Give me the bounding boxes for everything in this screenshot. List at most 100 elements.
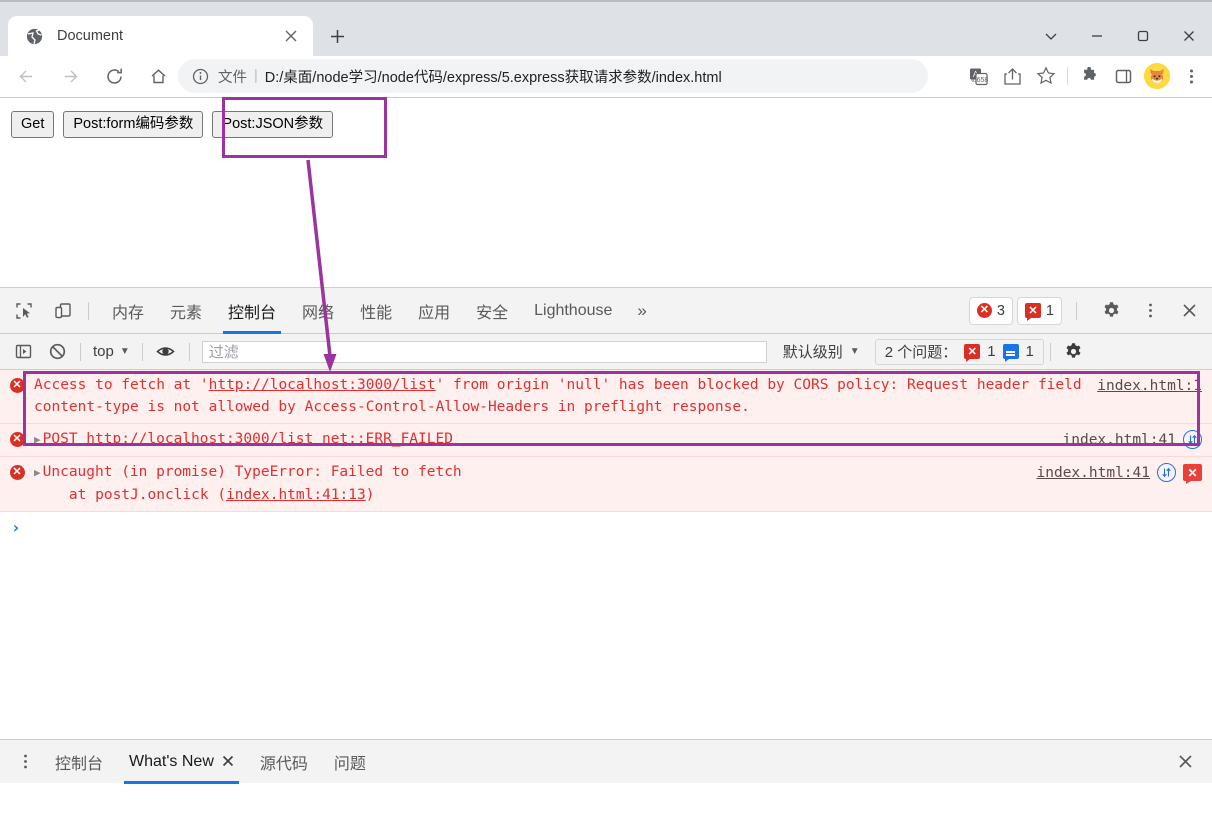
share-icon[interactable] [995,59,1029,93]
clear-console-icon[interactable] [43,338,71,366]
kebab-menu-icon[interactable] [1135,296,1165,326]
side-panel-icon[interactable] [1106,59,1140,93]
toolbar-divider [1067,67,1068,85]
window-controls [1028,16,1212,56]
window-title-strip [0,0,1212,8]
devtools-tab-bar: 内存 元素 控制台 网络 性能 应用 安全 Lighthouse » ✕ 3 ✕… [0,288,1212,334]
bookmark-star-icon[interactable] [1029,59,1063,93]
expand-triangle-icon[interactable]: ▶ [34,433,41,446]
console-message-typeerror[interactable]: ✕ ▶ Uncaught (in promise) TypeError: Fail… [0,457,1212,512]
devtools-panel: 内存 元素 控制台 网络 性能 应用 安全 Lighthouse » ✕ 3 ✕… [0,287,1212,784]
home-icon[interactable] [140,59,176,95]
browser-tab[interactable]: Document [8,16,313,56]
expand-triangle-icon-2[interactable]: ▶ [34,466,41,479]
drawer-tab-console[interactable]: 控制台 [42,740,116,784]
console-message-cors[interactable]: ✕ Access to fetch at 'http://localhost:3… [0,370,1212,424]
console-toolbar-divider-4 [1049,342,1051,361]
avatar[interactable] [1140,59,1174,93]
source-link-2[interactable]: index.html:41 [1063,429,1177,451]
translate-icon[interactable]: A \u6587 [961,59,995,93]
source-link[interactable]: index.html:1 [1097,375,1202,397]
console-issues-info-count: 1 [1025,343,1034,360]
console-sidebar-icon[interactable] [9,338,37,366]
close-devtools-icon[interactable] [1174,296,1204,326]
console-issues-label: 2 个问题： [884,344,958,361]
chrome-menu-icon[interactable] [1174,59,1208,93]
console-filter-input[interactable]: 过滤 [201,340,767,363]
forward-arrow-icon[interactable] [52,59,88,95]
url-scheme-label: 文件 [218,69,247,86]
browser-window: Document 文件 | D:/桌面/node学习/node代码/expres… [0,0,1212,827]
request-url-link-2[interactable]: http://localhost:3000/list [86,431,313,447]
tab-memory[interactable]: 内存 [99,288,157,334]
gear-icon[interactable] [1096,296,1126,326]
drawer-tab-console-label: 控制台 [55,755,104,773]
tab-application[interactable]: 应用 [405,288,463,334]
page-info-icon[interactable] [192,68,209,85]
issue-count-label: 1 [1045,302,1054,319]
console-message-post-failed[interactable]: ✕ ▶ POST http://localhost:3000/list net::… [0,424,1212,457]
stack-frame-link[interactable]: index.html:41:13 [226,487,366,503]
reload-icon[interactable] [96,59,132,95]
error-count-badge[interactable]: ✕ 3 [968,296,1013,325]
console-toolbar-divider-3 [188,342,190,361]
close-drawer-icon[interactable] [1170,747,1200,777]
console-message-source: index.html:1 [1097,374,1212,418]
drawer-tab-issues[interactable]: 问题 [321,740,379,784]
devtools-divider [88,301,89,320]
chevron-down-icon: ▼ [119,346,130,357]
console-context-selector[interactable]: top ▼ [87,340,136,364]
console-log-level-selector[interactable]: 默认级别 ▼ [783,341,860,362]
prompt-caret-icon: › [11,517,21,537]
error-count-label: 3 [996,302,1005,319]
close-window-icon[interactable] [1166,16,1212,56]
collapse-chevron-icon[interactable] [1028,16,1074,56]
source-link-3[interactable]: index.html:41 [1037,462,1151,484]
tab-lighthouse[interactable]: Lighthouse [521,288,625,334]
svg-text:\u6587: \u6587 [970,77,987,84]
minimize-icon[interactable] [1074,16,1120,56]
get-button[interactable]: Get [11,111,55,138]
inspect-element-icon[interactable] [9,296,39,326]
error-icon-3: ✕ [0,461,34,506]
console-issues-bar[interactable]: 2 个问题： ✕ 1 1 [874,338,1044,365]
console-prompt[interactable]: › [0,512,1212,542]
tab-overflow-icon[interactable]: » [625,288,658,334]
drawer-tab-whats-new-label: What's New [129,752,214,770]
error-icon: ✕ [0,374,34,418]
new-tab-button[interactable] [322,22,352,50]
console-settings-gear-icon[interactable] [1060,338,1088,366]
issue-error-icon-2[interactable]: ✕ [1183,464,1202,484]
post-form-button[interactable]: Post:form编码参数 [63,111,204,138]
console-toolbar-divider-1 [80,342,81,361]
page-viewport: Get Post:form编码参数 Post:JSON参数 [0,97,1212,287]
live-expression-eye-icon[interactable] [152,338,180,366]
tab-title: Document [57,28,124,44]
issue-count-badge[interactable]: ✕ 1 [1016,296,1062,325]
tab-network[interactable]: 网络 [289,288,347,334]
close-icon[interactable] [222,754,234,770]
back-arrow-icon[interactable] [8,59,44,95]
console-log-level-label: 默认级别 [782,344,843,361]
tab-elements[interactable]: 元素 [157,288,215,334]
drawer-tab-whats-new[interactable]: What's New [116,740,247,784]
drawer-tab-sources[interactable]: 源代码 [247,740,321,784]
address-bar[interactable]: 文件 | D:/桌面/node学习/node代码/express/5.expre… [178,59,928,93]
close-icon[interactable] [279,24,303,48]
tab-performance[interactable]: 性能 [347,288,405,334]
network-request-icon-2[interactable] [1157,463,1176,482]
network-request-icon[interactable] [1183,430,1202,449]
maximize-icon[interactable] [1120,16,1166,56]
tab-console[interactable]: 控制台 [215,288,289,334]
device-toolbar-icon[interactable] [48,296,78,326]
request-url-link[interactable]: http://localhost:3000/list [209,377,436,393]
console-message-source-3: index.html:41 ✕ [1037,461,1212,506]
console-filter-placeholder: 过滤 [208,344,239,361]
console-toolbar-divider-2 [141,342,143,361]
drawer-kebab-menu-icon[interactable] [8,745,42,779]
post-json-button[interactable]: Post:JSON参数 [212,111,334,138]
console-message-list: ✕ Access to fetch at 'http://localhost:3… [0,370,1212,782]
extensions-puzzle-icon[interactable] [1072,59,1106,93]
tab-security[interactable]: 安全 [463,288,521,334]
console-toolbar: top ▼ 过滤 默认级别 ▼ 2 个问题： ✕ 1 1 [0,334,1212,370]
